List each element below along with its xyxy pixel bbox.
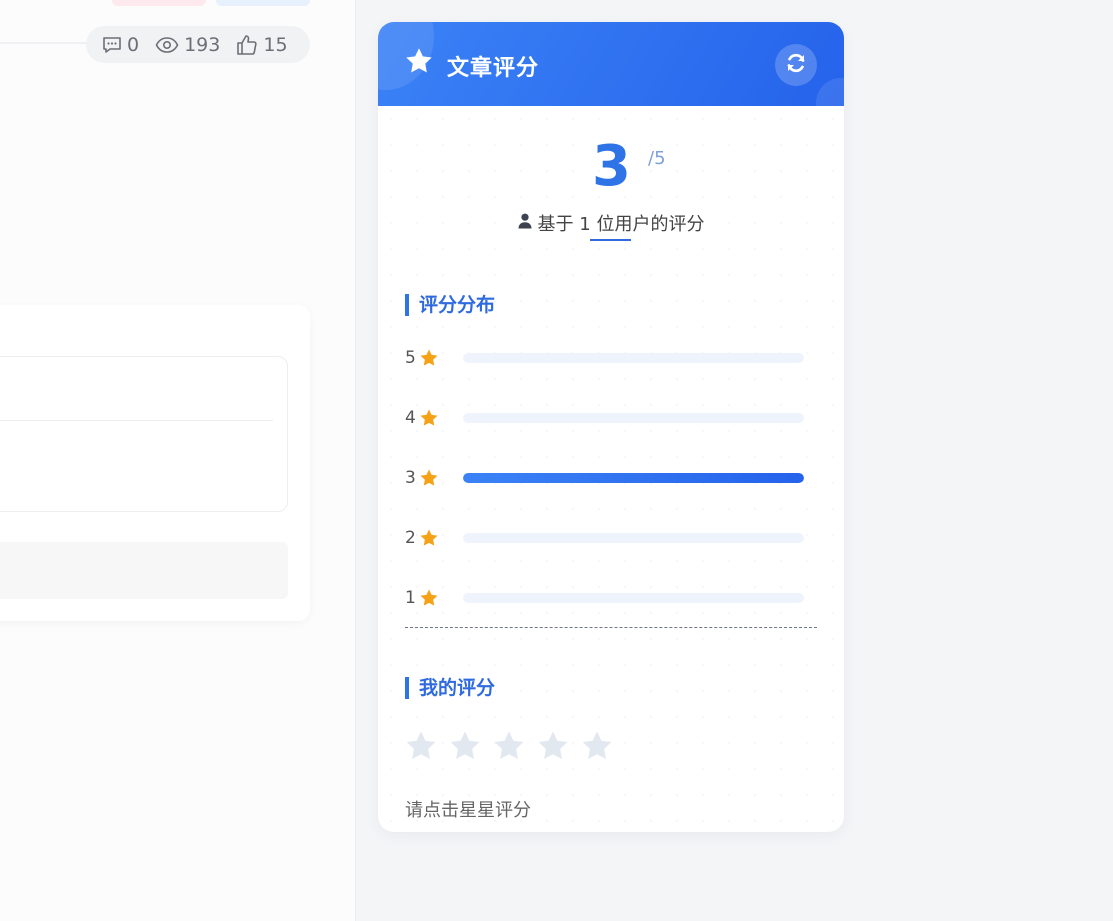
views-count: 193 — [184, 33, 221, 56]
divider — [0, 420, 273, 421]
star-icon — [419, 408, 443, 428]
rating-card: 文章评分 3 /5 基于 1 位用户的评分 评分分布 5 4 3 2 1 我的评分 请点… — [378, 22, 844, 832]
distribution-star-level: 2 — [405, 528, 416, 548]
divider — [0, 42, 95, 44]
distribution-star-level: 1 — [405, 588, 416, 608]
distribution-star-level: 3 — [405, 468, 416, 488]
comments-stat[interactable]: 0 — [102, 34, 139, 56]
rating-count-text: 基于 1 位用户的评分 — [537, 214, 705, 235]
distribution-row: 3 — [405, 466, 805, 490]
views-stat: 193 — [155, 34, 220, 56]
distribution-bar — [463, 353, 804, 363]
article-pane: 0 193 15 — [0, 0, 356, 921]
star-icon — [419, 348, 443, 368]
header-decoration — [816, 78, 844, 106]
comments-count: 0 — [127, 33, 140, 56]
thumbs-up-icon — [236, 34, 258, 56]
star-icon — [404, 46, 434, 80]
likes-count: 15 — [263, 33, 288, 56]
section-divider — [405, 627, 817, 628]
tag-chip[interactable] — [112, 0, 206, 6]
star-icon — [419, 468, 443, 488]
average-score: 3 — [592, 134, 631, 199]
my-rating-title: 我的评分 — [405, 677, 495, 699]
distribution-title: 评分分布 — [405, 294, 495, 316]
comment-icon — [102, 35, 122, 55]
eye-icon — [155, 35, 179, 55]
score-max: /5 — [648, 148, 666, 169]
star-icon — [419, 588, 443, 608]
refresh-icon — [784, 51, 808, 79]
distribution-row: 4 — [405, 406, 805, 430]
likes-stat[interactable]: 15 — [236, 33, 288, 56]
rating-count-line: 基于 1 位用户的评分 — [378, 210, 844, 236]
distribution-bar-fill — [463, 473, 804, 483]
my-rating-stars — [404, 729, 614, 763]
tag-chip[interactable] — [216, 0, 310, 6]
comment-placeholder-box — [0, 542, 288, 599]
rate-star-4-button[interactable] — [536, 729, 570, 763]
distribution-star-level: 4 — [405, 408, 416, 428]
rate-star-5-button[interactable] — [580, 729, 614, 763]
rate-star-2-button[interactable] — [448, 729, 482, 763]
distribution-star-level: 5 — [405, 348, 416, 368]
refresh-button[interactable] — [775, 44, 817, 86]
rating-card-header: 文章评分 — [378, 22, 844, 106]
distribution-row: 2 — [405, 526, 805, 550]
distribution-bar — [463, 593, 804, 603]
comment-card — [0, 305, 310, 621]
user-icon — [518, 213, 532, 234]
article-stats: 0 193 15 — [86, 26, 310, 63]
rating-card-title: 文章评分 — [447, 56, 540, 81]
rating-card-body: 3 /5 基于 1 位用户的评分 评分分布 5 4 3 2 1 我的评分 请点击星星评分 — [378, 106, 844, 832]
distribution-bar — [463, 473, 804, 483]
star-icon — [419, 528, 443, 548]
rate-star-1-button[interactable] — [404, 729, 438, 763]
comment-form[interactable] — [0, 356, 288, 512]
decorative-underline — [590, 239, 631, 241]
rating-hint: 请点击星星评分 — [405, 800, 531, 821]
distribution-bar — [463, 413, 804, 423]
distribution-bar — [463, 533, 804, 543]
distribution-row: 5 — [405, 346, 805, 370]
distribution-row: 1 — [405, 586, 805, 610]
rate-star-3-button[interactable] — [492, 729, 526, 763]
